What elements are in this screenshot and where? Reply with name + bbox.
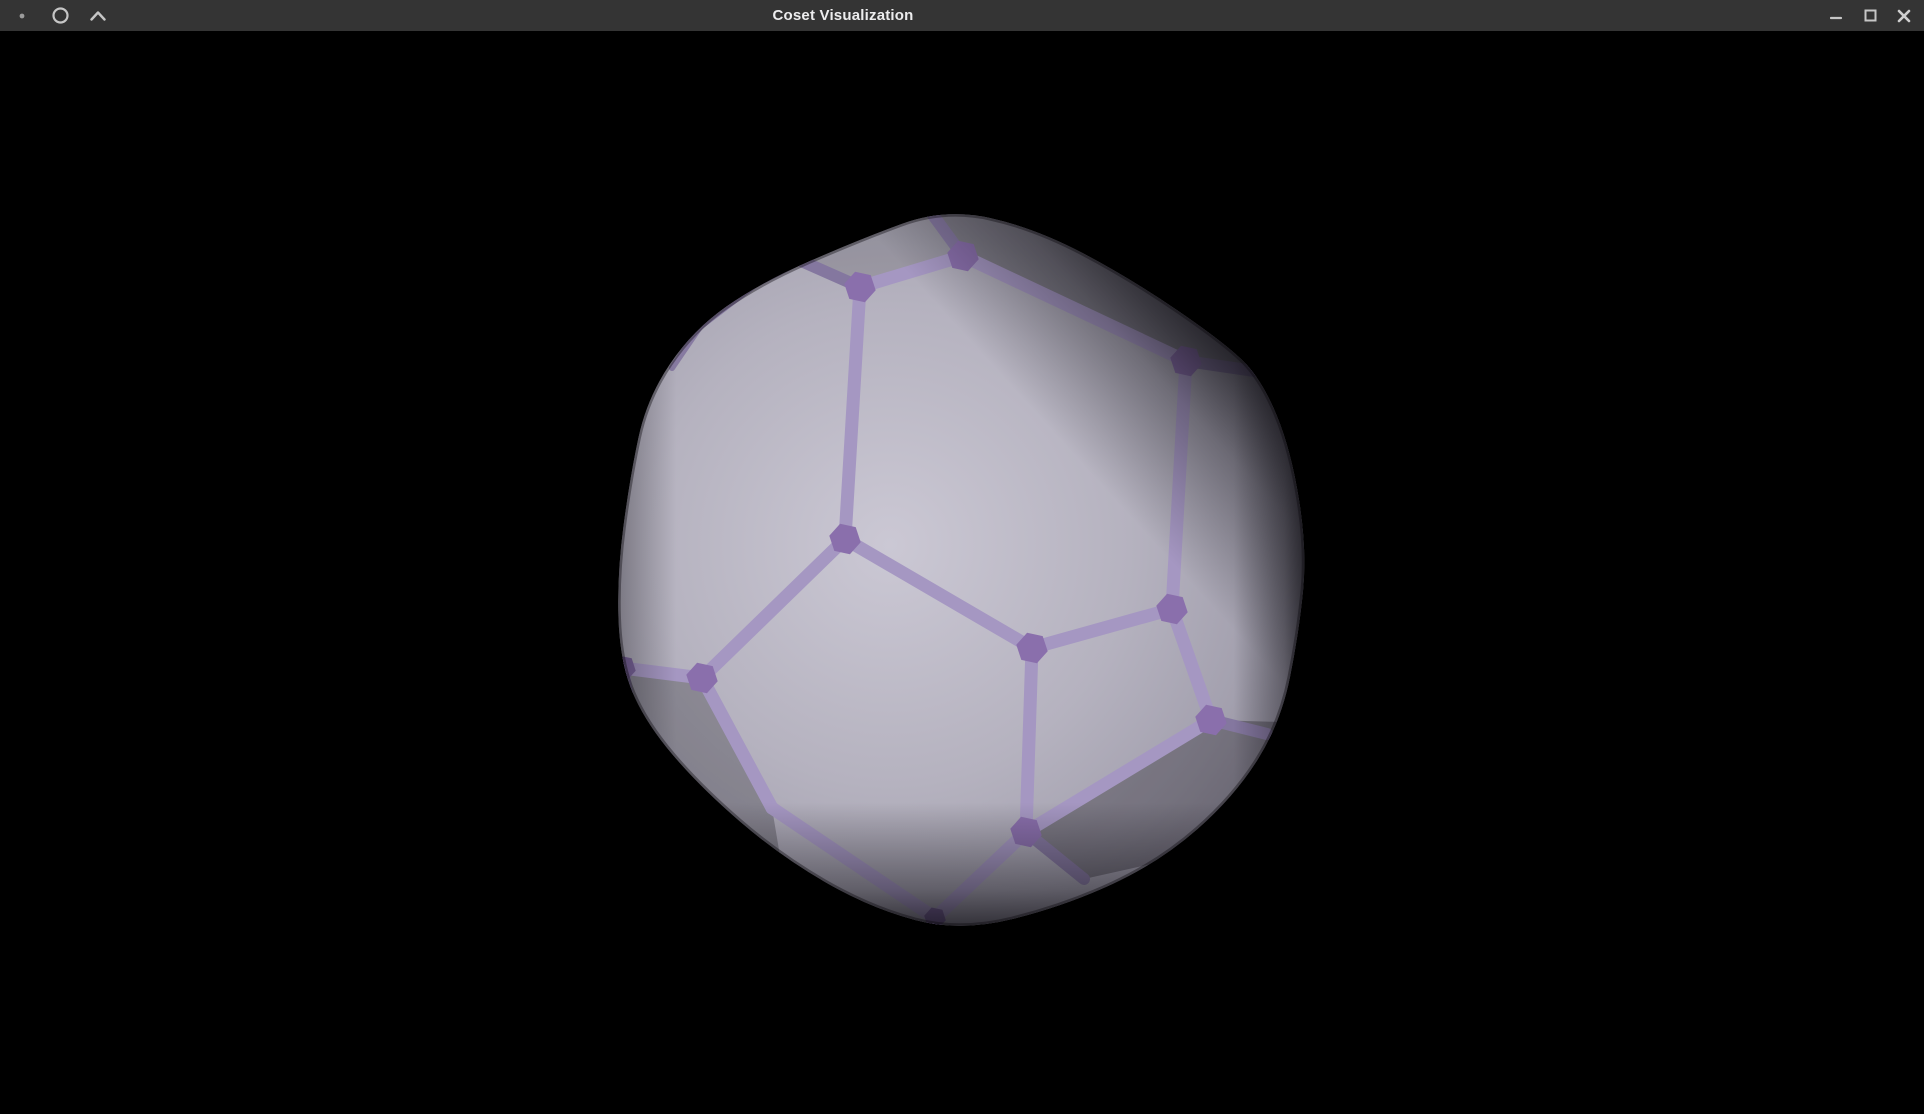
window-controls xyxy=(1556,4,1924,28)
close-icon[interactable] xyxy=(1892,4,1916,28)
chevron-up-icon[interactable] xyxy=(86,4,110,28)
shading-overlay xyxy=(560,160,1360,990)
minimize-icon[interactable] xyxy=(1824,4,1848,28)
dot-indicator-icon xyxy=(10,4,34,28)
window-title: Coset Visualization xyxy=(130,7,1556,24)
viewport-3d[interactable] xyxy=(0,0,1924,1114)
lighting-overlays xyxy=(560,160,1360,990)
coset-3d-canvas[interactable] xyxy=(0,0,1924,1114)
titlebar[interactable]: Coset Visualization xyxy=(0,0,1924,31)
circle-icon[interactable] xyxy=(48,4,72,28)
maximize-icon[interactable] xyxy=(1858,4,1882,28)
